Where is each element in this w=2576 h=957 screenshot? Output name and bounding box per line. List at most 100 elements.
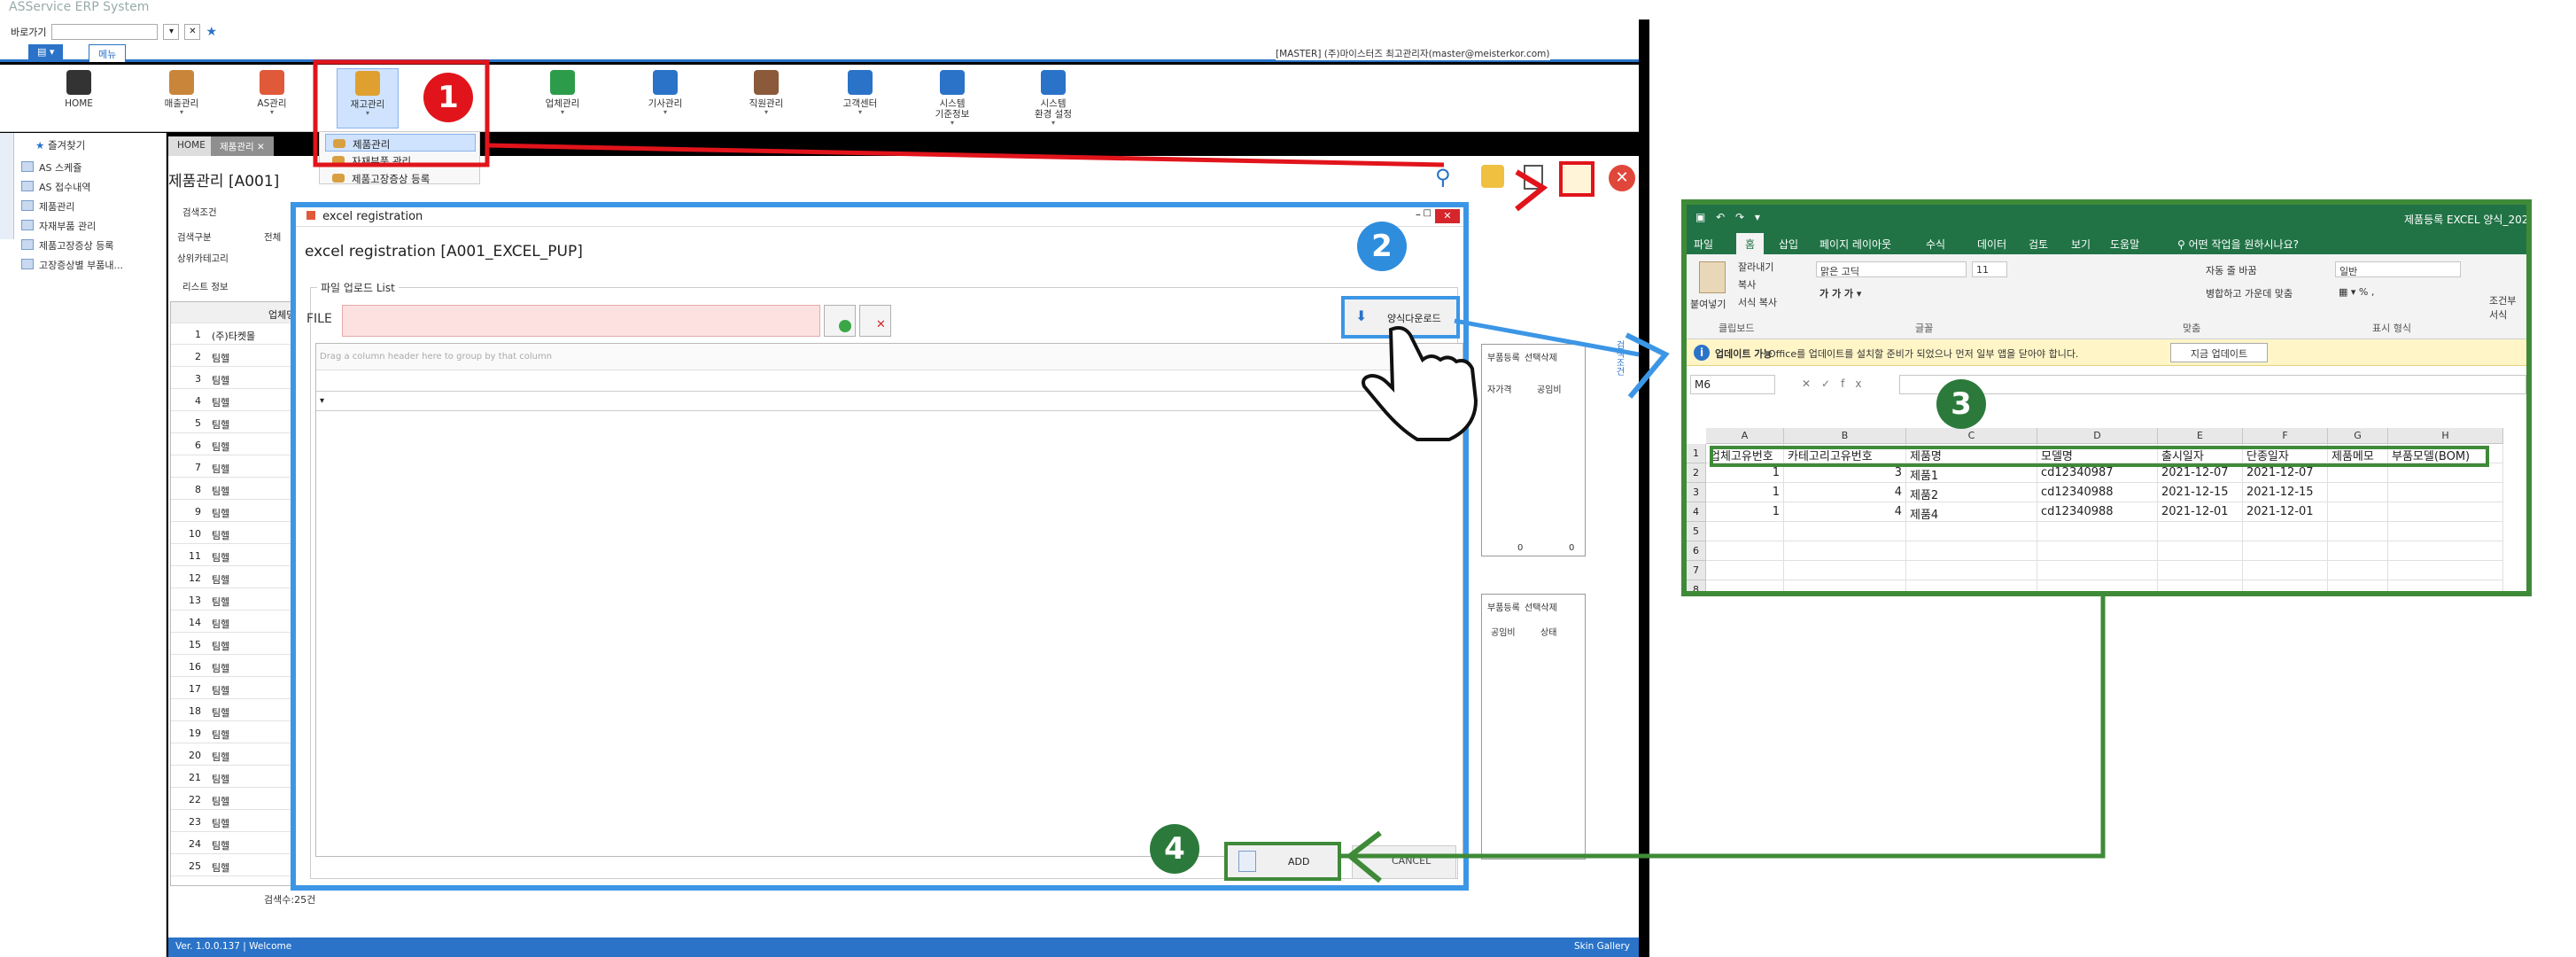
sheet-cell[interactable] — [2328, 522, 2388, 541]
excel-registration-icon[interactable] — [1559, 161, 1594, 197]
sheet-cell[interactable]: 1 — [1706, 483, 1784, 502]
ribbon-item-7[interactable]: 고객센터 ▾ — [829, 68, 891, 128]
skin-gallery[interactable]: Skin Gallery — [1574, 941, 1630, 952]
excel-tab-0[interactable]: 파일 — [1694, 237, 1713, 252]
ribbon-item-6[interactable]: 직원관리 ▾ — [735, 68, 797, 128]
formula-icons[interactable]: ✕✓fx — [1802, 377, 1872, 390]
close-circle-icon[interactable]: ✕ — [1609, 165, 1635, 191]
add-icon[interactable] — [1481, 165, 1504, 188]
sidebar-item[interactable]: 자재부품 관리 — [0, 214, 166, 234]
row-header[interactable]: 5 — [1687, 522, 1706, 541]
row-header[interactable]: 7 — [1687, 561, 1706, 580]
sheet-cell[interactable] — [2243, 561, 2328, 580]
sheet-cell[interactable] — [2388, 541, 2503, 561]
sheet-cell[interactable] — [2328, 580, 2388, 591]
sheet-cell[interactable]: 제품4 — [1906, 502, 2037, 522]
sheet-cell[interactable] — [2037, 541, 2158, 561]
excel-tab-8[interactable]: 도움말 — [2110, 237, 2139, 252]
number-format-buttons[interactable]: ▦ ▾ % , — [2339, 286, 2374, 298]
sheet-cell[interactable]: 4 — [1784, 483, 1906, 502]
panel-top-delete[interactable]: 선택삭제 — [1525, 350, 1557, 363]
update-now-button[interactable]: 지금 업데이트 — [2170, 343, 2268, 362]
column-header[interactable]: G — [2328, 428, 2388, 444]
sheet-cell[interactable]: 2021-12-15 — [2243, 483, 2328, 502]
conditional-format-label[interactable]: 조건부 서식 — [2489, 293, 2525, 322]
excel-tab-1[interactable]: 홈 — [1736, 233, 1765, 254]
ribbon-item-8[interactable]: 시스템 기준정보 ▾ — [921, 68, 983, 128]
font-name-box[interactable]: 맑은 고딕 — [1816, 261, 1967, 277]
inventory-menu-item[interactable]: 제품고장증상 등록 — [325, 169, 476, 187]
sheet-cell[interactable] — [2328, 502, 2388, 522]
excel-tab-2[interactable]: 삽입 — [1779, 237, 1798, 252]
sheet-cell[interactable] — [2158, 561, 2243, 580]
add-button[interactable]: ADD — [1224, 842, 1341, 881]
excel-tab-3[interactable]: 페이지 레이아웃 — [1819, 237, 1891, 252]
sheet-cell[interactable] — [2388, 522, 2503, 541]
sheet-cell[interactable] — [2328, 483, 2388, 502]
row-header[interactable]: 1 — [1687, 444, 1706, 463]
inventory-menu-item[interactable]: 제품관리 — [325, 134, 476, 152]
spreadsheet[interactable]: A B C D E F G H 1 업체고유번호 카테고리고유번호 제품명 모델명 출시일자 단종일자 제품메… — [1687, 428, 2526, 591]
sheet-cell[interactable] — [2037, 561, 2158, 580]
sheet-cell[interactable] — [2388, 561, 2503, 580]
font-size-box[interactable]: 11 — [1972, 261, 2007, 277]
file-path-input[interactable] — [342, 305, 820, 337]
sheet-cell[interactable] — [1706, 522, 1784, 541]
sheet-cell[interactable]: 제품2 — [1906, 483, 2037, 502]
paste-label[interactable]: 붙여넣기 — [1690, 297, 1726, 311]
sheet-cell[interactable] — [1906, 561, 2037, 580]
sheet-cell[interactable] — [2388, 483, 2503, 502]
sheet-cell[interactable] — [1706, 561, 1784, 580]
sheet-cell[interactable] — [1906, 522, 2037, 541]
search-view-icon[interactable]: ⚲ — [1435, 165, 1451, 190]
panel-bottom-add-parts[interactable]: 부품등록 — [1487, 600, 1520, 613]
doc-tab-product[interactable]: 제품관리 ✕ — [211, 136, 274, 156]
sheet-cell[interactable] — [2037, 522, 2158, 541]
merge-center-label[interactable]: 병합하고 가운데 맞춤 — [2206, 286, 2293, 300]
font-style-buttons[interactable]: 가 가 가 ▾ — [1819, 286, 1861, 300]
sheet-cell[interactable] — [1784, 561, 1906, 580]
sidebar-item[interactable]: AS 접수내역 — [0, 175, 166, 195]
ribbon-item-5[interactable]: 기사관리 ▾ — [634, 68, 696, 128]
column-header[interactable]: E — [2158, 428, 2243, 444]
ribbon-item-3[interactable]: 재고관리 ▾ — [337, 68, 399, 128]
sheet-cell[interactable] — [2158, 541, 2243, 561]
address-clear-button[interactable]: ✕ — [184, 24, 201, 40]
sheet-cell[interactable] — [1784, 522, 1906, 541]
sheet-cell[interactable]: cd12340988 — [2037, 483, 2158, 502]
menu-tab[interactable]: 메뉴 — [89, 44, 127, 62]
sheet-cell[interactable] — [1706, 580, 1784, 591]
sidebar-item[interactable]: 제품고장증상 등록 — [0, 234, 166, 253]
excel-tab-5[interactable]: 데이터 — [1977, 237, 2006, 252]
sheet-cell[interactable] — [2037, 580, 2158, 591]
sheet-cell[interactable] — [2243, 541, 2328, 561]
number-format-box[interactable]: 일반 — [2335, 261, 2461, 277]
inventory-menu-item[interactable]: 자재부품 관리 — [325, 152, 476, 169]
sheet-cell[interactable] — [2158, 522, 2243, 541]
upload-grid[interactable]: Drag a column header here to group by th… — [315, 343, 1463, 857]
row-header[interactable]: 4 — [1687, 502, 1706, 522]
format-painter-label[interactable]: 서식 복사 — [1738, 295, 1777, 309]
doc-tab-home[interactable]: HOME — [168, 136, 214, 156]
file-remove-button[interactable] — [859, 305, 891, 337]
sheet-cell[interactable] — [1784, 580, 1906, 591]
menu-home-tab[interactable]: ▤ ▾ — [28, 44, 64, 62]
panel-top-add-parts[interactable]: 부품등록 — [1487, 350, 1520, 363]
name-box[interactable]: M6 — [1690, 375, 1775, 394]
search-type-value[interactable]: 전체 — [264, 230, 281, 244]
excel-tab-7[interactable]: 보기 — [2071, 237, 2091, 252]
sheet-cell[interactable] — [1906, 580, 2037, 591]
sheet-cell[interactable] — [1906, 541, 2037, 561]
excel-tab-6[interactable]: 검토 — [2029, 237, 2048, 252]
favorite-star-icon[interactable]: ★ — [206, 25, 217, 39]
sheet-cell[interactable] — [2328, 561, 2388, 580]
quick-access-icons[interactable]: ▣ ↶ ↷ ▾ — [1695, 211, 1764, 223]
excel-tab-9[interactable]: ⚲ 어떤 작업을 원하시나요? — [2177, 237, 2299, 252]
sheet-cell[interactable]: cd12340988 — [2037, 502, 2158, 522]
cut-label[interactable]: 잘라내기 — [1738, 260, 1773, 274]
address-input[interactable] — [51, 24, 159, 40]
column-header[interactable]: F — [2243, 428, 2328, 444]
grid-filter-row[interactable]: ▾ — [316, 392, 1463, 411]
copy-label[interactable]: 복사 — [1738, 277, 1756, 292]
sheet-cell[interactable]: 2021-12-15 — [2158, 483, 2243, 502]
